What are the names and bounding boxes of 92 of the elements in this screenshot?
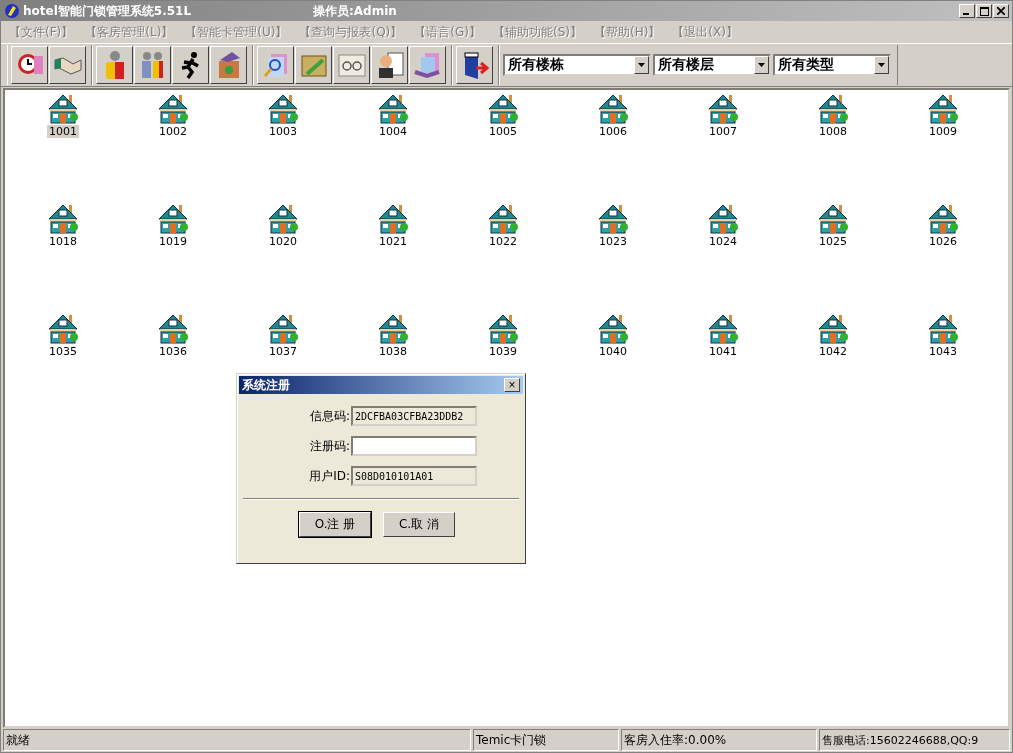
room-label[interactable]: 1041 bbox=[707, 345, 739, 358]
room-label[interactable]: 1009 bbox=[927, 125, 959, 138]
house-icon[interactable] bbox=[707, 92, 739, 124]
room-label[interactable]: 1021 bbox=[377, 235, 409, 248]
dropdown[interactable]: 所有楼层 bbox=[653, 54, 771, 76]
house-icon[interactable] bbox=[267, 202, 299, 234]
room-label[interactable]: 1008 bbox=[817, 125, 849, 138]
room-label[interactable]: 1024 bbox=[707, 235, 739, 248]
status-panel: 售服电话:15602246688,QQ:9 bbox=[819, 729, 1010, 751]
house-icon[interactable] bbox=[927, 92, 959, 124]
house-icon[interactable] bbox=[157, 92, 189, 124]
house-icon[interactable] bbox=[817, 312, 849, 344]
house-icon[interactable] bbox=[487, 92, 519, 124]
room-label[interactable]: 1003 bbox=[267, 125, 299, 138]
room-label[interactable]: 1006 bbox=[597, 125, 629, 138]
room-label[interactable]: 1039 bbox=[487, 345, 519, 358]
house-icon[interactable] bbox=[267, 92, 299, 124]
toolbar-button[interactable] bbox=[11, 46, 48, 84]
dropdown[interactable]: 所有类型 bbox=[773, 54, 891, 76]
app-icon bbox=[4, 3, 20, 19]
room-label[interactable]: 1002 bbox=[157, 125, 189, 138]
operator-label: 操作员:Admin bbox=[313, 2, 398, 20]
house-icon[interactable] bbox=[487, 312, 519, 344]
minimize-button[interactable] bbox=[959, 4, 975, 18]
close-icon bbox=[997, 7, 1005, 15]
room-label[interactable]: 1025 bbox=[817, 235, 849, 248]
house-icon[interactable] bbox=[267, 312, 299, 344]
room-label[interactable]: 1004 bbox=[377, 125, 409, 138]
room-label[interactable]: 1026 bbox=[927, 235, 959, 248]
house-icon[interactable] bbox=[597, 202, 629, 234]
room-label[interactable]: 1001 bbox=[47, 125, 79, 138]
house-icon[interactable] bbox=[597, 92, 629, 124]
room-label[interactable]: 1037 bbox=[267, 345, 299, 358]
window-title: hotel智能门锁管理系统5.51L bbox=[23, 2, 193, 20]
room-label[interactable]: 1036 bbox=[157, 345, 189, 358]
caret-icon bbox=[878, 63, 885, 67]
room-label[interactable]: 1020 bbox=[267, 235, 299, 248]
toolbar-button[interactable] bbox=[134, 46, 171, 84]
house-icon[interactable] bbox=[377, 202, 409, 234]
toolbar-button[interactable] bbox=[333, 46, 370, 84]
caret-icon bbox=[758, 63, 765, 67]
toolbar-button[interactable] bbox=[257, 46, 294, 84]
dropdown[interactable]: 所有楼栋 bbox=[503, 54, 651, 76]
house-icon[interactable] bbox=[47, 92, 79, 124]
field-label: 注册码: bbox=[308, 437, 350, 455]
status-panel: 客房入住率:0.00% bbox=[621, 729, 817, 751]
toolbar-button[interactable] bbox=[49, 46, 86, 84]
dialog-title: 系统注册 bbox=[242, 376, 290, 394]
room-label[interactable]: 1042 bbox=[817, 345, 849, 358]
house-icon[interactable] bbox=[927, 202, 959, 234]
field-label: 用户ID: bbox=[308, 467, 350, 485]
input-field[interactable] bbox=[351, 436, 477, 456]
room-label[interactable]: 1018 bbox=[47, 235, 79, 248]
room-label[interactable]: 1040 bbox=[597, 345, 629, 358]
toolbar-button[interactable] bbox=[172, 46, 209, 84]
dialog-button[interactable]: O.注 册 bbox=[299, 512, 371, 537]
room-label[interactable]: 1035 bbox=[47, 345, 79, 358]
room-label[interactable]: 1019 bbox=[157, 235, 189, 248]
room-label[interactable]: 1022 bbox=[487, 235, 519, 248]
toolbar-button[interactable] bbox=[295, 46, 332, 84]
maximize-button[interactable] bbox=[976, 4, 992, 18]
house-icon[interactable] bbox=[47, 312, 79, 344]
status-panel: Temic卡门锁 bbox=[473, 729, 619, 751]
room-label[interactable]: 1038 bbox=[377, 345, 409, 358]
close-button[interactable]: × bbox=[504, 378, 520, 392]
house-icon[interactable] bbox=[377, 312, 409, 344]
toolbar-button[interactable] bbox=[371, 46, 408, 84]
house-icon[interactable] bbox=[817, 92, 849, 124]
house-icon[interactable] bbox=[487, 202, 519, 234]
house-icon[interactable] bbox=[817, 202, 849, 234]
house-icon[interactable] bbox=[707, 202, 739, 234]
room-label[interactable]: 1005 bbox=[487, 125, 519, 138]
room-label[interactable]: 1007 bbox=[707, 125, 739, 138]
room-label[interactable]: 1043 bbox=[927, 345, 959, 358]
toolbar-button[interactable] bbox=[456, 46, 493, 84]
close-button[interactable] bbox=[993, 4, 1009, 18]
house-icon[interactable] bbox=[707, 312, 739, 344]
toolbar-button[interactable] bbox=[96, 46, 133, 84]
house-icon[interactable] bbox=[157, 202, 189, 234]
house-icon[interactable] bbox=[47, 202, 79, 234]
field-label: 信息码: bbox=[308, 407, 350, 425]
toolbar-button[interactable] bbox=[409, 46, 446, 84]
toolbar-button[interactable] bbox=[210, 46, 247, 84]
house-icon[interactable] bbox=[597, 312, 629, 344]
room-label[interactable]: 1023 bbox=[597, 235, 629, 248]
house-icon[interactable] bbox=[927, 312, 959, 344]
house-icon[interactable] bbox=[377, 92, 409, 124]
caret-icon bbox=[638, 63, 645, 67]
maximize-icon bbox=[979, 6, 989, 16]
status-panel: 就绪 bbox=[3, 729, 471, 751]
dialog-button[interactable]: C.取 消 bbox=[383, 512, 455, 537]
house-icon[interactable] bbox=[157, 312, 189, 344]
